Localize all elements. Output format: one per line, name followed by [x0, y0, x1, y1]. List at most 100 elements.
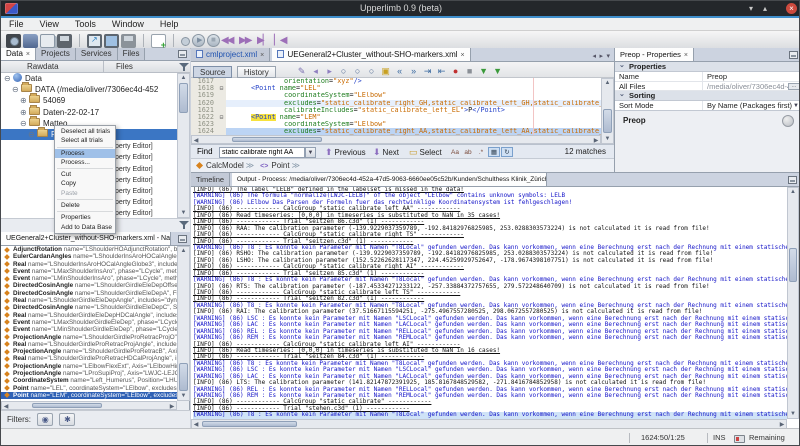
fast-forward-icon[interactable]	[239, 34, 254, 48]
find-previous-button[interactable]: ⬆Previous	[325, 146, 366, 158]
menu-item-properties[interactable]: Properties	[55, 213, 115, 222]
menu-item-process[interactable]: Process...	[55, 158, 115, 167]
tab-preop-properties[interactable]: Preop - Properties×	[615, 48, 694, 61]
history-view-button[interactable]: History	[237, 66, 276, 78]
collapse-handle-icon[interactable]: ⊖	[12, 84, 21, 95]
highlight-results-icon[interactable]: ▦	[488, 147, 500, 157]
scroll-down-icon[interactable]: ▼	[602, 135, 613, 143]
find-next-icon[interactable]: ○	[365, 65, 378, 78]
navigator-item[interactable]: Event name="LMinShoulderGirdleEleDep", p…	[1, 326, 177, 333]
filter-inherited-icon[interactable]: ◉	[37, 413, 53, 426]
wrap-search-icon[interactable]: ↻	[501, 147, 513, 157]
tab-projects[interactable]: Projects	[36, 48, 76, 60]
find-select-button[interactable]: ▭Select	[409, 146, 442, 158]
navigator-item[interactable]: ProjectionAngle name="LProSupiProj", Axi…	[1, 370, 177, 377]
copy-icon[interactable]	[40, 34, 55, 48]
expand-handle-icon[interactable]: ⊕	[20, 107, 29, 118]
navigator-item[interactable]: CoordinateSystem name="Left_Humerus", Po…	[1, 377, 177, 384]
navigator-item[interactable]: DirectedCosinAngle name="LShoulderGirdle…	[1, 304, 177, 311]
stop-icon[interactable]	[207, 34, 220, 47]
scroll-up-icon[interactable]: ▲	[178, 247, 189, 255]
close-icon[interactable]: ×	[260, 52, 264, 59]
image-icon[interactable]	[104, 34, 119, 48]
code-line[interactable]: 1618⊟<Point name="LEL"	[191, 85, 601, 92]
navigator-item[interactable]: Real name="LShoulderGirdleProRetracHDCal…	[1, 355, 177, 362]
jump-forward-icon[interactable]: ▸	[323, 65, 336, 78]
ellipsis-button[interactable]: ...	[788, 83, 800, 90]
scroll-up-icon[interactable]: ▲	[178, 74, 189, 82]
navigator-item[interactable]: ProjectionAngle name="LShoulderGirdlePro…	[1, 348, 177, 355]
comment-icon[interactable]: «	[393, 65, 406, 78]
property-row-allfiles[interactable]: All Files /media/oliver/7306ec4d-452 ...	[615, 82, 800, 92]
editor-hscrollbar[interactable]: ◀ ▶	[191, 135, 601, 144]
insert-mode[interactable]: INS	[713, 429, 726, 446]
tab-services[interactable]: Services	[76, 48, 118, 60]
record-icon[interactable]	[181, 37, 190, 46]
code-line[interactable]: 1619coordinateSystem="LElbow"	[191, 92, 601, 99]
code-line[interactable]: 1623coordinateSystem="LElbow"	[191, 121, 601, 128]
editor-vscrollbar[interactable]: ▲ ▼	[601, 78, 614, 144]
collapse-handle-icon[interactable]: ⊖	[4, 73, 13, 84]
navigator-item[interactable]: Real name="LShoulderGirdleEleDepAngle", …	[1, 297, 177, 304]
minimize-panel-icon[interactable]	[789, 51, 798, 59]
minimize-panel-icon[interactable]	[178, 235, 187, 243]
minimize-panel-icon[interactable]	[788, 176, 797, 184]
tab-output-process[interactable]: Output - Process: /media/oliver/7306ec4d…	[232, 173, 547, 186]
tree-row[interactable]: ⊕54069	[1, 95, 177, 106]
navigator-item[interactable]: ProjectionAngle name="LShoulderGirdlePro…	[1, 334, 177, 341]
expand-handle-icon[interactable]: ⊕	[20, 95, 29, 106]
navigator-item[interactable]: Point name="LEM", coordinateSystem="LElb…	[1, 392, 177, 399]
code-line[interactable]: 1624excludes="static_calibrate_right_AA,…	[191, 128, 601, 135]
toggle-highlight-icon[interactable]: ▣	[379, 65, 392, 78]
section-sorting[interactable]: Sorting	[615, 91, 800, 101]
tab-files[interactable]: Files	[118, 48, 146, 60]
column-rawdata[interactable]: Rawdata	[1, 61, 104, 73]
save2-icon[interactable]	[121, 34, 136, 48]
property-row-name[interactable]: Name Preop	[615, 72, 800, 82]
customizer-button[interactable]	[782, 115, 794, 127]
column-files[interactable]: Files	[104, 61, 177, 73]
menu-item[interactable]: Help	[152, 18, 187, 31]
last-edit-icon[interactable]: ✎	[295, 65, 308, 78]
indent-icon[interactable]: ⇥	[421, 65, 434, 78]
filter-icon[interactable]	[179, 220, 190, 230]
navigator-vscrollbar[interactable]: ▲ ▼	[177, 246, 190, 401]
close-icon[interactable]: ×	[684, 52, 688, 59]
scroll-down-icon[interactable]: ▼	[178, 392, 189, 400]
close-icon[interactable]: ×	[26, 51, 30, 58]
minimize-panel-icon[interactable]	[178, 50, 187, 58]
code-line[interactable]: 1621calibrateIncludes="static_calibrate_…	[191, 107, 601, 114]
scroll-up-icon[interactable]: ▲	[602, 79, 613, 87]
rewind-icon[interactable]	[222, 34, 237, 48]
navigator-hscrollbar[interactable]: ◀ ▶	[1, 401, 177, 410]
code-line[interactable]: 1622⊟<Point name="LEM"	[191, 114, 601, 121]
step-back-icon[interactable]	[273, 34, 288, 48]
menu-item-add-to-data-base[interactable]: Add to Data Base	[55, 223, 115, 232]
tab-timeline[interactable]: Timeline	[191, 173, 230, 186]
find-input[interactable]	[219, 147, 305, 158]
navigator-item[interactable]: Event name="LMaxShoulderGirdleEleDep", p…	[1, 319, 177, 326]
whole-words-icon[interactable]: ab	[462, 147, 474, 157]
navigator-item[interactable]: Real name="LShoulderGirdleEleDepHDCalAng…	[1, 312, 177, 319]
menu-item[interactable]: View	[32, 18, 67, 31]
navigator-item[interactable]: EulerCardanAngles name="LShoulderInsAroH…	[1, 253, 177, 260]
scroll-up-icon[interactable]: ▲	[788, 188, 798, 196]
tree-row[interactable]: ⊕Daten-22-02-17	[1, 107, 177, 118]
code-area[interactable]: 1617orientation="xyz"/>1618⊟<Point name=…	[191, 78, 601, 135]
close-icon[interactable]: ×	[461, 52, 465, 59]
export-icon[interactable]	[87, 34, 102, 48]
close-icon[interactable]: ×	[786, 3, 797, 14]
menu-item-cut[interactable]: Cut	[55, 170, 115, 179]
collapse-handle-icon[interactable]: ⊖	[28, 129, 37, 140]
menu-item-copy[interactable]: Copy	[55, 179, 115, 188]
tree-row[interactable]: ⊖DATA (/media/oliver/7306ec4d-452	[1, 84, 177, 95]
navigator-item[interactable]: AdjunctRotation name="LShoulderHOAdjunct…	[1, 246, 177, 253]
section-properties[interactable]: Properties	[615, 62, 800, 72]
menu-item-process[interactable]: Process	[55, 149, 115, 158]
menu-item-select-all-trials[interactable]: Select all trials	[55, 136, 115, 145]
match-case-icon[interactable]: Aa	[449, 147, 461, 157]
navigator-item[interactable]: ProjectionAngle name="LElbowFlexExt", Ax…	[1, 363, 177, 370]
fold-icon[interactable]: ⊟	[217, 114, 226, 121]
navigator-item[interactable]: DirectedCosinAngle name="LShoulderGirdle…	[1, 282, 177, 289]
find-next-button[interactable]: ⬇Next	[373, 146, 399, 158]
